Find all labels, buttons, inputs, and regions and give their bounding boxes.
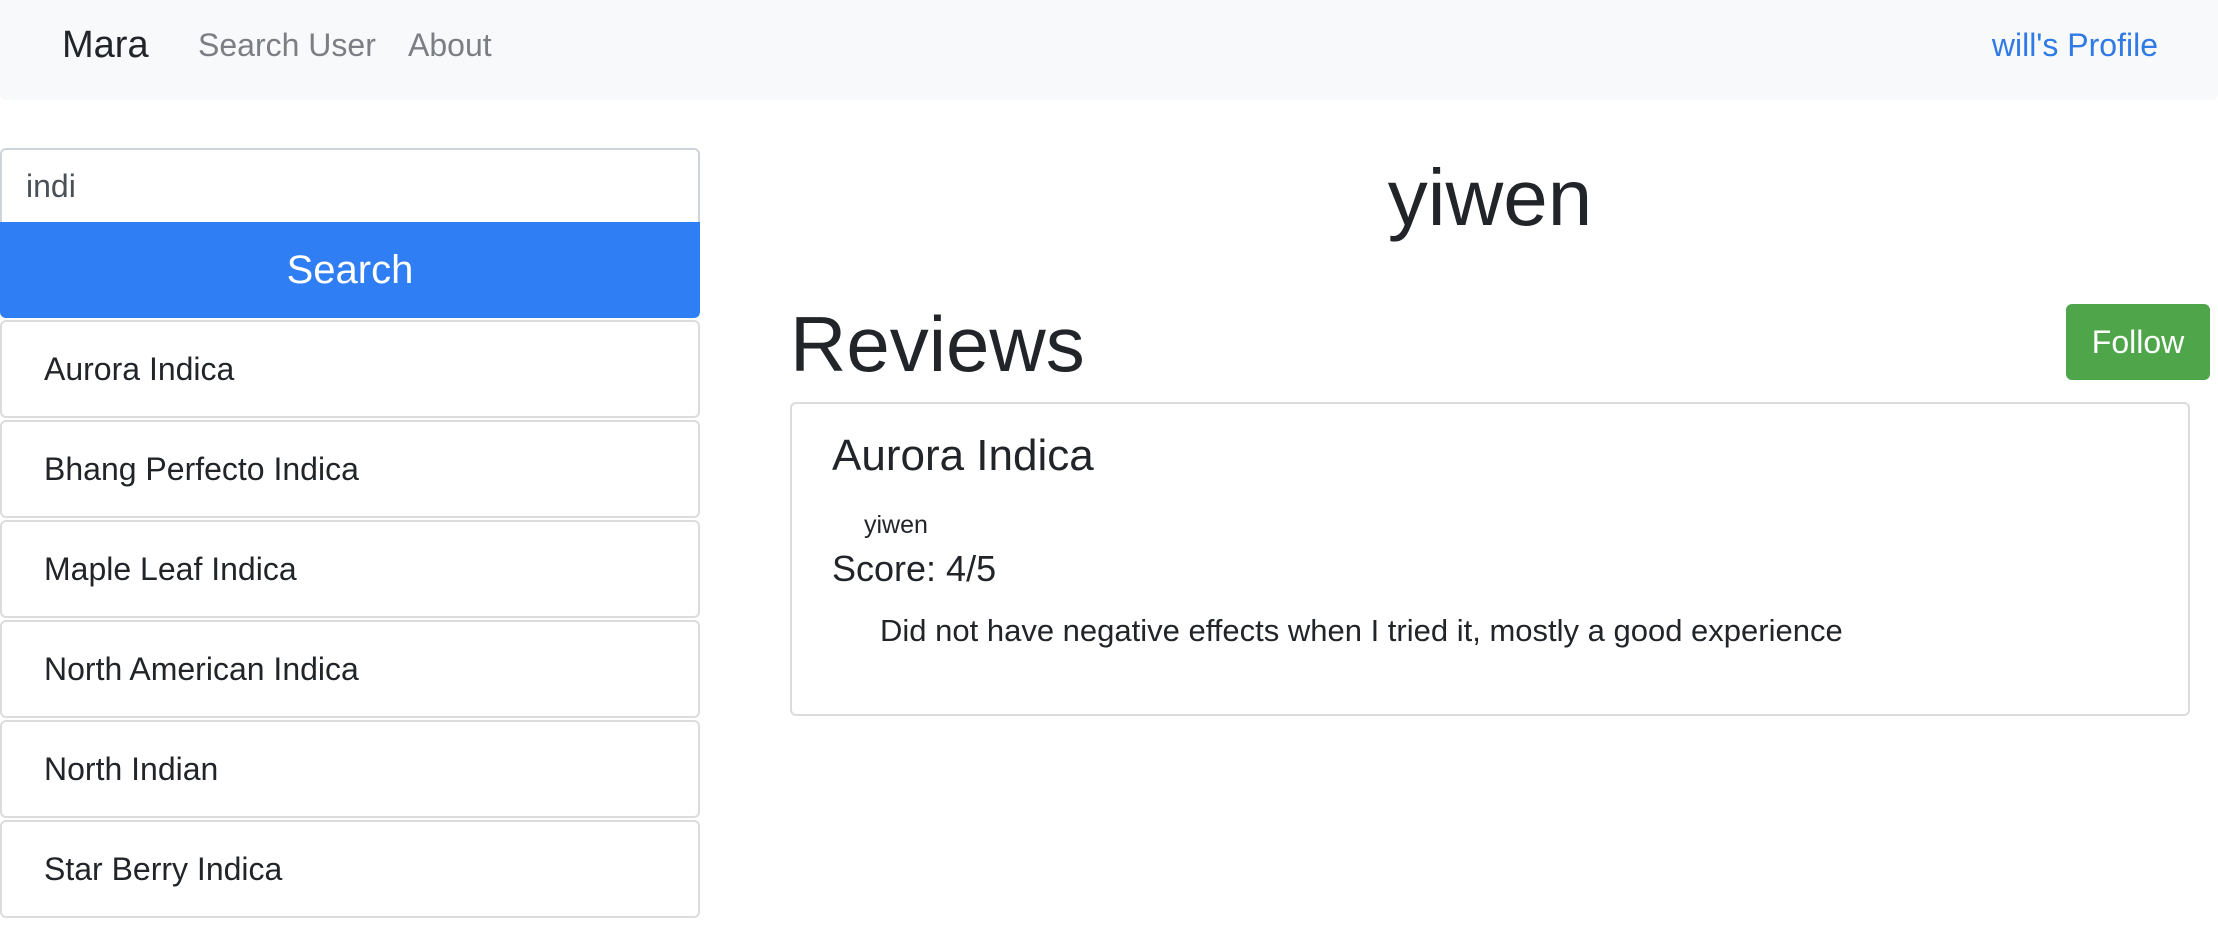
result-item-aurora-indica[interactable]: Aurora Indica bbox=[0, 320, 700, 418]
top-navbar: Mara Search User About will's Profile bbox=[0, 0, 2218, 100]
nav-link-about[interactable]: About bbox=[408, 22, 492, 68]
search-results-list: Aurora Indica Bhang Perfecto Indica Mapl… bbox=[0, 320, 700, 918]
result-item-north-indian[interactable]: North Indian bbox=[0, 720, 700, 818]
review-author: yiwen bbox=[864, 511, 928, 539]
nav-link-search-user[interactable]: Search User bbox=[198, 22, 376, 68]
profile-link[interactable]: will's Profile bbox=[1992, 22, 2158, 68]
review-score: Score: 4/5 bbox=[832, 548, 997, 589]
reviews-header: Reviews Follow bbox=[790, 294, 2210, 402]
result-item-maple-leaf-indica[interactable]: Maple Leaf Indica bbox=[0, 520, 700, 618]
review-strain-name: Aurora Indica bbox=[832, 431, 1094, 480]
result-item-bhang-perfecto-indica[interactable]: Bhang Perfecto Indica bbox=[0, 420, 700, 518]
review-text: Did not have negative effects when I tri… bbox=[880, 613, 1843, 648]
follow-button[interactable]: Follow bbox=[2066, 304, 2210, 380]
profile-username-title: yiwen bbox=[1387, 153, 1593, 242]
brand-link[interactable]: Mara bbox=[62, 20, 149, 70]
result-item-star-berry-indica[interactable]: Star Berry Indica bbox=[0, 820, 700, 918]
search-button[interactable]: Search bbox=[0, 222, 700, 318]
result-item-north-american-indica[interactable]: North American Indica bbox=[0, 620, 700, 718]
review-card: Aurora Indica yiwen Score: 4/5 Did not h… bbox=[790, 402, 2190, 716]
strain-search-input[interactable] bbox=[0, 148, 700, 224]
user-profile-main: yiwen Reviews Follow Aurora Indica yiwen… bbox=[790, 148, 2210, 716]
strain-search-sidebar: Search Aurora Indica Bhang Perfecto Indi… bbox=[0, 148, 700, 920]
reviews-heading: Reviews bbox=[790, 300, 1085, 388]
